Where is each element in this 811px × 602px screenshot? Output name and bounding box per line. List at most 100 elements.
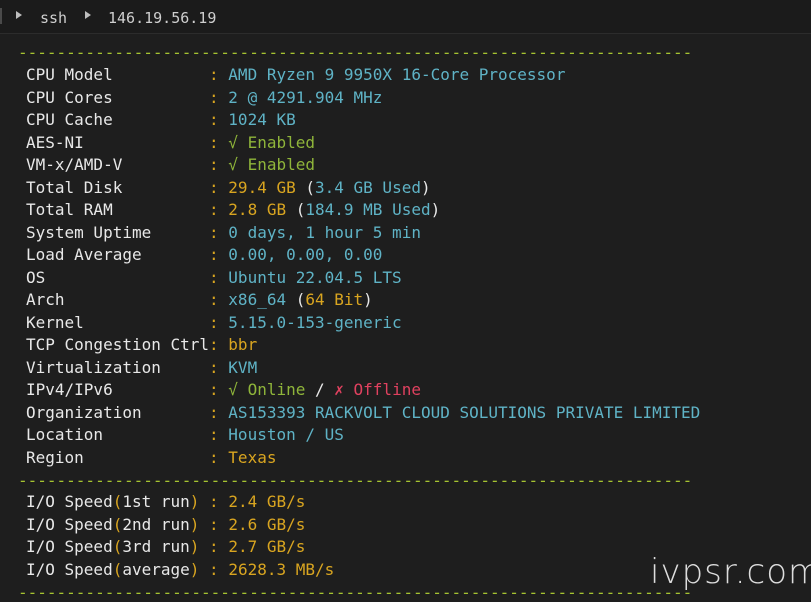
info-value: 5.15.0-153-generic bbox=[228, 312, 402, 332]
colon-separator: : bbox=[209, 357, 229, 377]
io-speed-row: I/O Speed(average) : 2628.3 MB/s bbox=[26, 559, 334, 581]
info-value: 1024 KB bbox=[228, 110, 296, 129]
info-value: x86_64 bbox=[228, 290, 296, 309]
info-label: Total Disk bbox=[26, 177, 123, 197]
label-padding bbox=[45, 268, 209, 287]
label-padding bbox=[161, 358, 209, 377]
label-padding bbox=[84, 313, 209, 332]
info-row: Location : Houston / US bbox=[26, 424, 344, 446]
label-padding bbox=[122, 155, 209, 174]
colon-separator: : bbox=[209, 380, 229, 399]
io-speed-value: 2.7 GB/s bbox=[228, 537, 306, 556]
colon-separator: : bbox=[209, 402, 229, 422]
info-row: Kernel : 5.15.0-153-generic bbox=[26, 312, 402, 334]
info-row: AES-NI : √ Enabled bbox=[26, 132, 315, 154]
label-padding bbox=[84, 448, 209, 467]
label-padding bbox=[84, 133, 209, 152]
terminal-output[interactable]: ----------------------------------------… bbox=[0, 34, 811, 602]
info-value: 3.4 GB Used bbox=[315, 177, 421, 197]
info-value: ( bbox=[295, 290, 306, 309]
colon-separator: : bbox=[199, 492, 229, 511]
info-row: Organization : AS153393 RACKVOLT CLOUD S… bbox=[26, 402, 700, 424]
info-value: ) bbox=[420, 177, 431, 197]
label-padding bbox=[113, 200, 209, 219]
io-speed-prefix: I/O Speed bbox=[26, 537, 113, 556]
info-value: 0 days, 1 hour 5 min bbox=[228, 222, 421, 242]
info-row: Total Disk : 29.4 GB (3.4 GB Used) bbox=[26, 177, 431, 199]
colon-separator: : bbox=[199, 537, 229, 556]
paren-close: ) bbox=[189, 514, 200, 534]
info-label: IPv4/IPv6 bbox=[26, 380, 113, 399]
colon-separator: : bbox=[209, 312, 229, 332]
info-row: CPU Cores : 2 @ 4291.904 MHz bbox=[26, 87, 382, 109]
colon-separator: : bbox=[199, 559, 229, 579]
io-run-label: 2nd run bbox=[122, 514, 190, 534]
colon-separator: : bbox=[209, 65, 229, 84]
colon-separator: : bbox=[209, 177, 229, 197]
info-value: ( bbox=[295, 200, 306, 219]
colon-separator: : bbox=[209, 447, 229, 467]
colon-separator: : bbox=[209, 110, 229, 129]
io-speed-prefix: I/O Speed bbox=[26, 559, 113, 579]
io-speed-value: 2.4 GB/s bbox=[228, 492, 306, 511]
info-label: CPU Cores bbox=[26, 87, 113, 107]
info-value: bbr bbox=[228, 335, 258, 354]
info-value: √ Online bbox=[228, 380, 306, 399]
info-value: / bbox=[305, 380, 335, 399]
io-run-label: 3rd run bbox=[122, 537, 190, 556]
label-padding bbox=[142, 403, 209, 422]
colon-separator: : bbox=[209, 222, 229, 242]
info-label: CPU Cache bbox=[26, 110, 113, 129]
info-value: √ Enabled bbox=[228, 155, 315, 174]
paren-open: ( bbox=[112, 537, 123, 556]
info-value: 64 Bit bbox=[305, 290, 364, 309]
info-value: Ubuntu 22.04.5 LTS bbox=[228, 267, 402, 287]
info-value: 184.9 MB Used bbox=[305, 200, 431, 219]
label-padding bbox=[122, 178, 209, 197]
info-row: IPv4/IPv6 : √ Online / ✗ Offline bbox=[26, 379, 421, 401]
info-row: TCP Congestion Ctrl: bbr bbox=[26, 334, 257, 356]
label-padding bbox=[142, 245, 209, 264]
info-row: Load Average : 0.00, 0.00, 0.00 bbox=[26, 244, 382, 266]
info-value: Texas bbox=[228, 447, 277, 467]
paren-open: ( bbox=[112, 492, 123, 511]
colon-separator: : bbox=[209, 132, 229, 152]
info-label: System Uptime bbox=[26, 222, 152, 242]
breadcrumb-host[interactable]: 146.19.56.19 bbox=[108, 9, 216, 27]
info-label: Virtualization bbox=[26, 357, 161, 377]
info-value: ) bbox=[363, 290, 373, 309]
io-speed-value: 2628.3 MB/s bbox=[228, 559, 335, 579]
info-label: Total RAM bbox=[26, 200, 113, 219]
info-label: VM-x/AMD-V bbox=[26, 155, 123, 174]
label-padding bbox=[113, 110, 209, 129]
info-label: AES-NI bbox=[26, 132, 84, 152]
info-row: System Uptime : 0 days, 1 hour 5 min bbox=[26, 222, 421, 244]
label-padding bbox=[113, 65, 209, 84]
chevron-right-icon bbox=[16, 11, 22, 19]
info-label: Kernel bbox=[26, 312, 84, 332]
info-label: Region bbox=[26, 447, 84, 467]
info-value: ✗ Offline bbox=[334, 380, 421, 399]
info-row: Arch : x86_64 (64 Bit) bbox=[26, 289, 373, 311]
colon-separator: : bbox=[209, 155, 229, 174]
info-value: AMD Ryzen 9 9950X 16-Core Processor bbox=[228, 65, 566, 84]
info-value: Houston / US bbox=[228, 425, 344, 444]
info-label: Load Average bbox=[26, 245, 142, 264]
info-label: OS bbox=[26, 267, 46, 287]
info-row: CPU Model : AMD Ryzen 9 9950X 16-Core Pr… bbox=[26, 64, 565, 86]
info-row: Region : Texas bbox=[26, 447, 276, 469]
colon-separator: : bbox=[199, 514, 229, 534]
info-value: KVM bbox=[228, 357, 258, 377]
info-row: CPU Cache : 1024 KB bbox=[26, 109, 296, 131]
colon-separator: : bbox=[209, 87, 229, 107]
info-value: 2 @ 4291.904 MHz bbox=[228, 87, 383, 107]
watermark-logo: ivpsr.com bbox=[650, 552, 811, 592]
io-speed-prefix: I/O Speed bbox=[26, 492, 113, 511]
paren-open: ( bbox=[112, 559, 123, 579]
info-label: Organization bbox=[26, 402, 142, 422]
info-value: √ Enabled bbox=[228, 132, 315, 152]
breadcrumb-ssh[interactable]: ssh bbox=[40, 9, 67, 27]
info-label: Location bbox=[26, 425, 104, 444]
colon-separator: : bbox=[209, 335, 229, 354]
io-run-label: 1st run bbox=[122, 492, 190, 511]
